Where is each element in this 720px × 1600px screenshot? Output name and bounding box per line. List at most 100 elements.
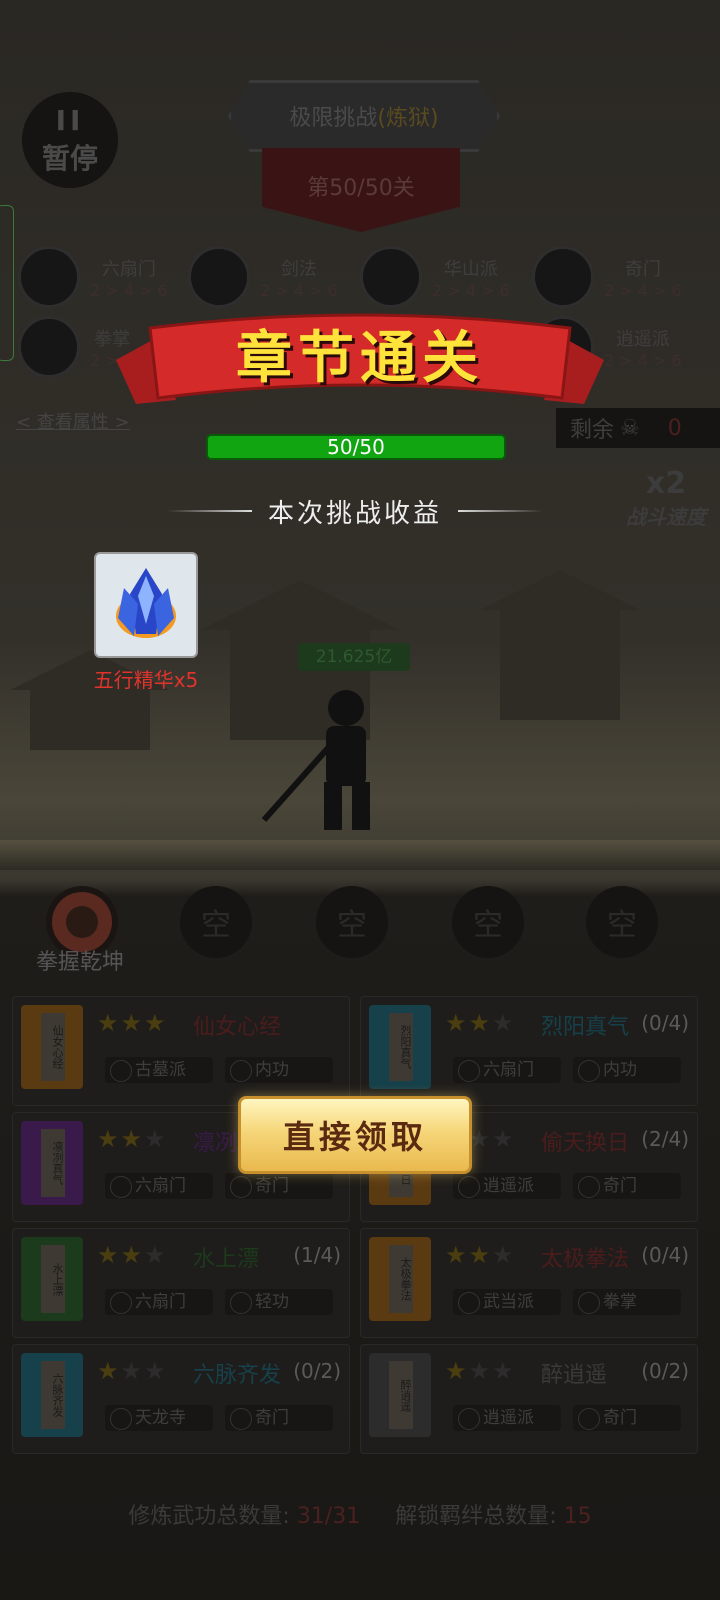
fist-icon	[18, 316, 80, 378]
claim-directly-button[interactable]: 直接领取	[238, 1096, 472, 1174]
tag-icon	[110, 1292, 132, 1314]
skill-book-icon: 太极拳法	[369, 1237, 431, 1321]
skill-name: 六脉齐发	[193, 1363, 282, 1388]
skill-tag: 逍遥派	[453, 1173, 561, 1199]
skill-book-icon: 水上漂	[21, 1237, 83, 1321]
skill-stars: ★★★	[445, 1241, 516, 1269]
tag-label: 拳掌	[603, 1292, 637, 1312]
skill-book-icon: 凛冽真气	[21, 1121, 83, 1205]
remaining-enemies: 剩余 ☠ 0	[556, 408, 720, 448]
star-filled-icon: ★	[468, 1241, 493, 1269]
faction-name: 剑法	[280, 258, 317, 280]
skill-book-title: 水上漂	[41, 1245, 65, 1313]
skill-book-title: 烈阳真气	[389, 1013, 413, 1081]
skill-tag: 奇门	[573, 1405, 681, 1431]
star-filled-icon: ★	[120, 1009, 145, 1037]
qimen-icon	[532, 246, 594, 308]
skill-stars: ★★★	[97, 1009, 168, 1037]
rewards-title: 本次挑战收益	[267, 498, 442, 529]
side-drawer-handle[interactable]	[0, 205, 14, 361]
skill-slot-2-empty[interactable]: 空	[180, 886, 252, 958]
skill-slot-3-empty[interactable]: 空	[316, 886, 388, 958]
tag-icon	[230, 1408, 252, 1430]
mode-title-plate: 极限挑战 (炼狱)	[228, 80, 500, 152]
star-filled-icon: ★	[120, 1125, 145, 1153]
star-filled-icon: ★	[445, 1241, 469, 1269]
skill-tag: 拳掌	[573, 1289, 681, 1315]
skill-name: 烈阳真气	[541, 1015, 630, 1040]
skill-progress: (0/2)	[641, 1359, 689, 1383]
tag-icon	[230, 1176, 252, 1198]
skill-progress: (0/4)	[641, 1011, 689, 1035]
skill-tag: 六扇门	[453, 1057, 561, 1083]
learned-value: 31/31	[296, 1504, 361, 1529]
skill-tag: 古墓派	[105, 1057, 213, 1083]
skill-card[interactable]: 水上漂 ★★★ 水上漂 (1/4) 六扇门 轻功	[12, 1228, 350, 1338]
hero-silhouette	[261, 690, 370, 830]
speed-multiplier: x2	[645, 466, 687, 501]
bonds-value: 15	[563, 1504, 592, 1529]
skill-stars: ★★★	[97, 1357, 168, 1385]
pause-icon: II	[55, 103, 85, 137]
star-empty-icon: ★	[492, 1357, 516, 1385]
ground	[0, 840, 720, 870]
star-filled-icon: ★	[120, 1241, 145, 1269]
tag-label: 内功	[255, 1060, 289, 1080]
star-filled-icon: ★	[445, 1357, 469, 1385]
star-filled-icon: ★	[97, 1241, 121, 1269]
skill-stars: ★★★	[445, 1009, 516, 1037]
chapter-clear-title: 章节通关	[236, 324, 484, 391]
skill-name: 醉逍遥	[541, 1363, 608, 1388]
pause-button[interactable]: II 暂停	[22, 92, 118, 188]
five-elements-crystal-icon	[116, 568, 176, 638]
skill-tag: 奇门	[225, 1405, 333, 1431]
speed-label: 战斗速度	[626, 505, 706, 529]
tag-icon	[110, 1408, 132, 1430]
tag-label: 奇门	[255, 1408, 289, 1428]
skill-progress: (0/2)	[293, 1359, 341, 1383]
star-empty-icon: ★	[144, 1241, 168, 1269]
skill-tag: 逍遥派	[453, 1405, 561, 1431]
star-filled-icon: ★	[445, 1009, 469, 1037]
skill-tag: 六扇门	[105, 1173, 213, 1199]
skill-slot-5-empty[interactable]: 空	[586, 886, 658, 958]
mode-title: 极限挑战	[289, 106, 378, 131]
tag-label: 奇门	[603, 1176, 637, 1196]
learned-label: 修炼武功总数量:	[128, 1504, 290, 1529]
tag-label: 内功	[603, 1060, 637, 1080]
faction-bonus-qimen[interactable]: 奇门 2 > 4 > 6	[532, 246, 702, 308]
skill-card[interactable]: 仙女心经 ★★★ 仙女心经 古墓派 内功	[12, 996, 350, 1106]
view-attributes-link[interactable]: < 查看属性 >	[16, 408, 130, 434]
skill-stars: ★★★	[97, 1125, 168, 1153]
star-empty-icon: ★	[492, 1009, 516, 1037]
skill-tag: 天龙寺	[105, 1405, 213, 1431]
huashan-icon	[360, 246, 422, 308]
faction-name: 奇门	[624, 258, 661, 280]
skill-slot-4-empty[interactable]: 空	[452, 886, 524, 958]
skill-book-icon: 醉逍遥	[369, 1353, 431, 1437]
battle-speed-button[interactable]: x2 战斗速度	[612, 466, 720, 546]
faction-bonus-liushanmen[interactable]: 六扇门 2 > 4 > 6	[18, 246, 188, 308]
faction-bonus-sword[interactable]: 剑法 2 > 4 > 6	[188, 246, 358, 308]
progress-text: 50/50	[327, 435, 385, 459]
skill-card[interactable]: 太极拳法 ★★★ 太极拳法 (0/4) 武当派 拳掌	[360, 1228, 698, 1338]
skill-card[interactable]: 醉逍遥 ★★★ 醉逍遥 (0/2) 逍遥派 奇门	[360, 1344, 698, 1454]
faction-levels: 2 > 4 > 6	[604, 350, 682, 370]
reward-item-card[interactable]	[94, 552, 198, 658]
tag-icon	[110, 1060, 132, 1082]
tag-label: 逍遥派	[483, 1408, 534, 1428]
faction-levels: 2 > 4 > 6	[260, 280, 338, 300]
tag-label: 六扇门	[135, 1176, 186, 1196]
star-empty-icon: ★	[492, 1241, 516, 1269]
tag-label: 逍遥派	[483, 1176, 534, 1196]
skill-card[interactable]: 烈阳真气 ★★★ 烈阳真气 (0/4) 六扇门 内功	[360, 996, 698, 1106]
tag-label: 古墓派	[135, 1060, 186, 1080]
faction-bonus-huashan[interactable]: 华山派 2 > 4 > 6	[360, 246, 530, 308]
skill-tag: 内功	[573, 1057, 681, 1083]
star-filled-icon: ★	[97, 1125, 121, 1153]
tag-icon	[458, 1060, 480, 1082]
pause-label: 暂停	[41, 141, 98, 175]
skill-card[interactable]: 六脉齐发 ★★★ 六脉齐发 (0/2) 天龙寺 奇门	[12, 1344, 350, 1454]
tag-icon	[230, 1292, 252, 1314]
enemy-hp-badge: 21.625亿	[298, 643, 410, 671]
